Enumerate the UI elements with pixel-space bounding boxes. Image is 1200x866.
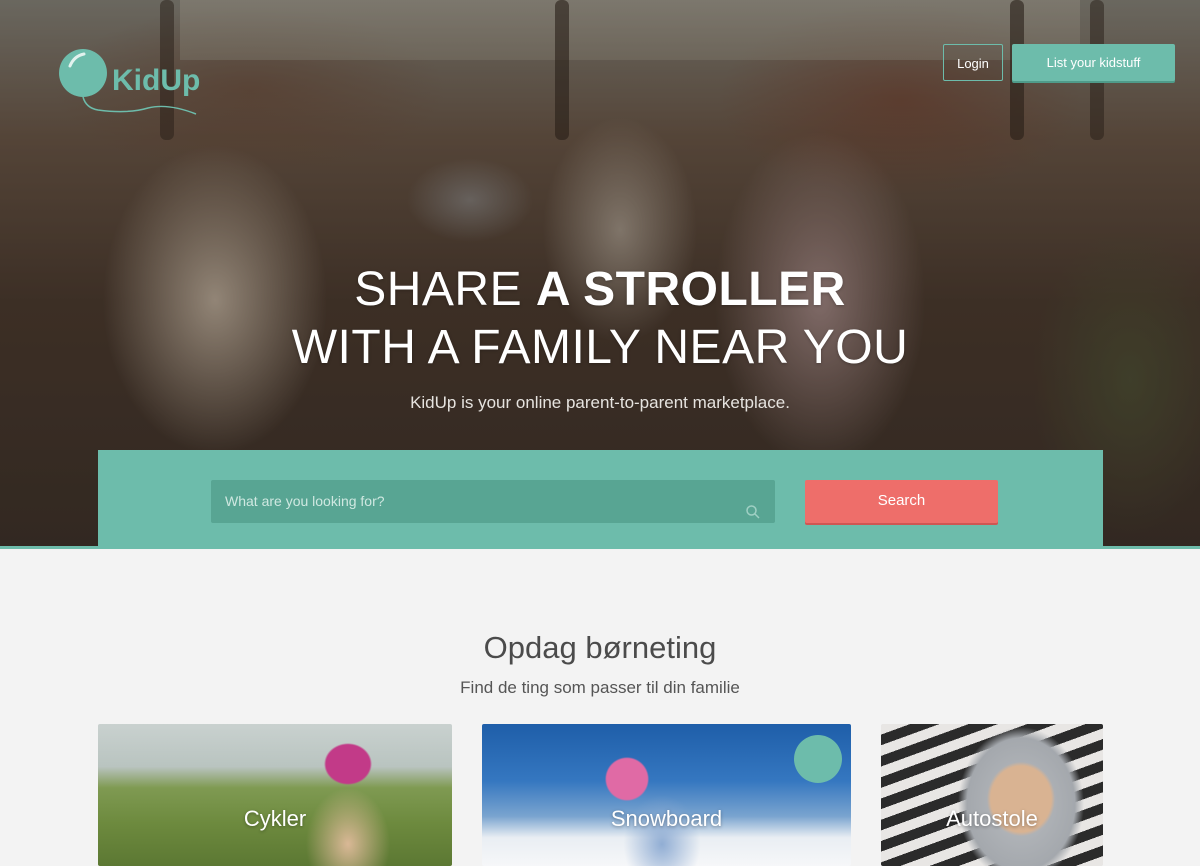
category-card-snowboard[interactable]: Snowboard [482,724,851,866]
svg-text:KidUp: KidUp [112,64,200,97]
list-kidstuff-button[interactable]: List your kidstuff [1012,44,1175,81]
category-label: Cykler [243,806,307,831]
hero-section: KidUp Login List your kidstuff SHARE A S… [0,0,1200,548]
hero-headline-line1: SHARE A STROLLER [0,262,1200,317]
search-icon [745,494,761,519]
hero-tagline: KidUp is your online parent-to-parent ma… [410,393,790,412]
login-button[interactable]: Login [943,44,1003,81]
hero-headline-bold: A STROLLER [535,263,846,316]
category-label: Snowboard [610,806,723,831]
hero-headline-line2: WITH A FAMILY NEAR YOU [291,321,909,374]
category-label: Autostole [946,806,1038,831]
accent-circle [794,735,842,783]
search-placeholder: What are you looking for? [225,493,385,509]
discover-title: Opdag børneting [483,630,717,665]
kidup-logo[interactable]: KidUp [58,48,208,120]
search-button[interactable]: Search [805,480,998,523]
category-card-cykler[interactable]: Cykler [98,724,452,866]
hero-divider [0,546,1200,549]
category-card-autostole[interactable]: Autostole [881,724,1103,866]
discover-subtitle: Find de ting som passer til din familie [460,678,740,697]
search-input[interactable]: What are you looking for? [211,480,775,523]
search-panel: What are you looking for? Search [98,450,1103,548]
hero-headline-light: SHARE [354,263,536,316]
